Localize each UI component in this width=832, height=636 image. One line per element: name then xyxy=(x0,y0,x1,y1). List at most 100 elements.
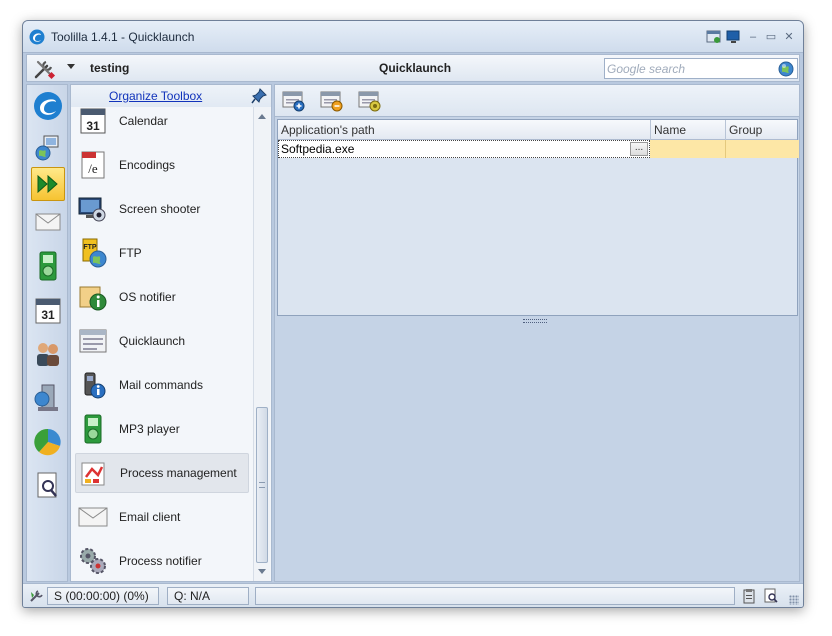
tray-window-icon[interactable] xyxy=(705,29,723,45)
details-panel xyxy=(275,325,799,581)
queue-status: Q: N/A xyxy=(167,587,249,605)
name-cell[interactable] xyxy=(650,140,726,158)
quicklaunch-icon xyxy=(79,329,107,353)
iconbar-item-network[interactable] xyxy=(31,131,65,165)
iconbar-item-mp3[interactable] xyxy=(31,249,65,283)
title-bar: Toolilla 1.4.1 - Quicklaunch – ▭ ✕ xyxy=(23,21,803,53)
iconbar-item-quicklaunch[interactable] xyxy=(31,167,65,201)
minimize-button[interactable]: – xyxy=(745,30,761,44)
toolbox-item-label: Calendar xyxy=(119,114,168,128)
toolbox-scrollbar[interactable] xyxy=(253,107,270,581)
document-search-icon[interactable] xyxy=(763,588,779,604)
settings-window-icon xyxy=(358,91,381,112)
toolbox-item-label: OS notifier xyxy=(119,290,176,304)
toolbox-item-email-client[interactable]: Email client xyxy=(75,497,249,537)
applications-grid: Application's path Name Group Softpedia.… xyxy=(277,119,799,316)
path-cell[interactable]: Softpedia.exe ... xyxy=(278,140,650,158)
iconbar-item-email[interactable] xyxy=(31,205,65,239)
toolbox-item-label: Screen shooter xyxy=(119,202,201,216)
document-search-icon xyxy=(37,472,57,498)
monitor-icon[interactable] xyxy=(725,29,743,45)
table-row[interactable]: Softpedia.exe ... xyxy=(278,140,799,158)
edit-window-icon xyxy=(320,91,343,112)
grip-icon xyxy=(259,482,265,488)
toolbox-item-label: Process management xyxy=(120,466,237,480)
organize-toolbox-link[interactable]: Organize Toolbox xyxy=(109,89,202,103)
ftp-icon: FTP xyxy=(82,238,107,268)
toolbox-item-process-management[interactable]: Process management xyxy=(75,453,249,493)
iconbar-item-ftp[interactable] xyxy=(31,381,65,415)
svg-text:/e: /e xyxy=(88,161,98,176)
tools-icon[interactable] xyxy=(33,58,57,80)
panel-splitter[interactable] xyxy=(523,319,547,323)
encodings-icon: /e xyxy=(81,151,105,179)
iconbar-item-home[interactable] xyxy=(31,89,65,123)
quicklaunch-arrows-icon xyxy=(37,174,58,194)
status-empty-field xyxy=(255,587,735,605)
svg-text:31: 31 xyxy=(41,308,55,322)
scrollbar-thumb[interactable] xyxy=(256,407,268,563)
os-notifier-icon xyxy=(79,286,107,311)
toolbox-item-label: MP3 player xyxy=(119,422,180,436)
pin-icon[interactable] xyxy=(251,88,267,104)
toolbox-item-mail-commands[interactable]: Mail commands xyxy=(75,365,249,405)
profile-name[interactable]: testing xyxy=(90,61,129,75)
path-value: Softpedia.exe xyxy=(281,142,355,156)
process-management-icon xyxy=(81,462,105,486)
app-window: Toolilla 1.4.1 - Quicklaunch – ▭ ✕ testi… xyxy=(22,20,804,608)
resize-grip-icon[interactable] xyxy=(789,595,799,605)
calendar-icon: 31 xyxy=(35,298,61,324)
iconbar-item-users[interactable] xyxy=(31,337,65,371)
globe-search-icon[interactable] xyxy=(778,61,794,77)
status-tools-icon xyxy=(30,590,43,602)
window-title: Toolilla 1.4.1 - Quicklaunch xyxy=(51,30,195,44)
toolbox-item-os-notifier[interactable]: OS notifier xyxy=(75,277,249,317)
group-cell[interactable] xyxy=(726,140,799,158)
iconbar-item-calendar[interactable]: 31 xyxy=(31,293,65,327)
iconbar-item-stats[interactable] xyxy=(31,425,65,459)
profile-dropdown-arrow-icon[interactable] xyxy=(67,64,75,69)
add-window-icon xyxy=(282,91,305,112)
toolbox-item-screen-shooter[interactable]: Screen shooter xyxy=(75,189,249,229)
toolbox-item-label: Quicklaunch xyxy=(119,334,186,348)
quicklaunch-main-panel: Application's path Name Group Softpedia.… xyxy=(274,84,800,582)
add-entry-button[interactable] xyxy=(281,89,307,113)
toolbox-item-process-notifier[interactable]: Process notifier xyxy=(75,541,249,581)
mail-commands-icon xyxy=(84,372,106,399)
toolbox-panel: Organize Toolbox 31 Calendar /e Encoding… xyxy=(70,84,272,582)
maximize-button[interactable]: ▭ xyxy=(763,30,779,44)
toolbox-list: 31 Calendar /e Encodings Screen shooter … xyxy=(71,107,253,581)
column-header-group[interactable]: Group xyxy=(726,120,799,140)
envelope-icon xyxy=(35,213,61,231)
email-client-icon xyxy=(78,507,108,527)
grid-empty-area xyxy=(278,158,797,315)
iconbar-item-search[interactable] xyxy=(31,469,65,503)
toolbox-item-calendar[interactable]: 31 Calendar xyxy=(75,107,249,141)
close-button[interactable]: ✕ xyxy=(781,30,797,44)
module-icon-bar: 31 xyxy=(26,84,68,582)
scroll-down-arrow-icon[interactable] xyxy=(258,569,266,574)
toolilla-logo-icon xyxy=(29,29,45,45)
users-icon xyxy=(37,343,59,366)
scroll-up-arrow-icon[interactable] xyxy=(258,114,266,119)
toolbox-item-label: Email client xyxy=(119,510,181,524)
session-status: S (00:00:00) (0%) xyxy=(47,587,159,605)
status-bar: S (00:00:00) (0%) Q: N/A xyxy=(23,583,803,607)
pie-chart-icon xyxy=(34,428,61,456)
grid-header: Application's path Name Group xyxy=(278,120,797,140)
google-search-input[interactable] xyxy=(607,60,775,77)
process-notifier-icon xyxy=(80,548,106,574)
google-search-box xyxy=(604,58,798,79)
edit-entry-button[interactable] xyxy=(319,89,345,113)
svg-text:31: 31 xyxy=(86,119,100,133)
toolbox-item-quicklaunch[interactable]: Quicklaunch xyxy=(75,321,249,361)
browse-path-button[interactable]: ... xyxy=(630,142,648,156)
settings-entry-button[interactable] xyxy=(357,89,383,113)
column-header-path[interactable]: Application's path xyxy=(278,120,651,140)
toolbox-item-encodings[interactable]: /e Encodings xyxy=(75,145,249,185)
toolbox-item-ftp[interactable]: FTP FTP xyxy=(75,233,249,273)
clipboard-icon[interactable] xyxy=(741,588,757,604)
column-header-name[interactable]: Name xyxy=(651,120,726,140)
quicklaunch-toolbar xyxy=(275,85,799,117)
toolbox-item-mp3-player[interactable]: MP3 player xyxy=(75,409,249,449)
